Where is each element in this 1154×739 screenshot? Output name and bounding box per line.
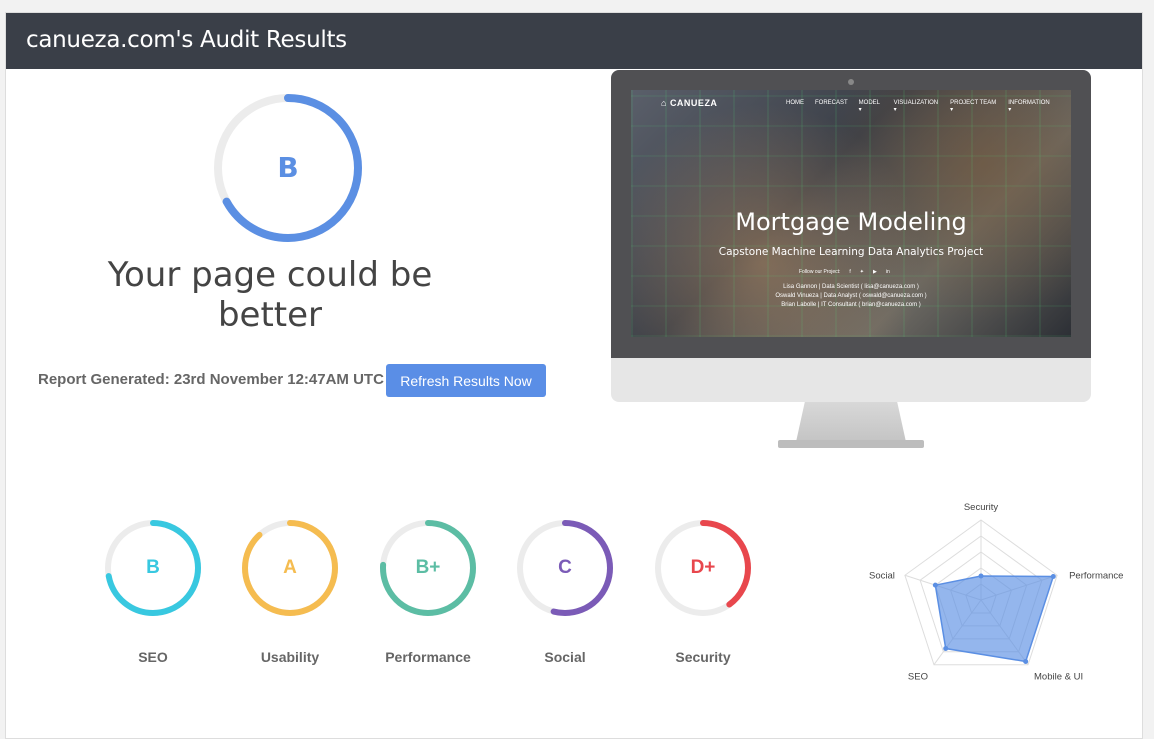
radar-data-area	[934, 575, 1055, 663]
radar-point	[1050, 574, 1056, 580]
category-grade: D+	[690, 557, 716, 578]
overall-score-ring: B	[210, 90, 366, 246]
radar-axis-label: Mobile & UI	[1034, 672, 1083, 683]
radar-axis-label: Performance	[1069, 570, 1123, 581]
twitter-icon: ✦	[859, 269, 864, 275]
facebook-icon: f	[849, 269, 851, 275]
radar-axis-label: Social	[869, 570, 895, 581]
panel-header: canueza.com's Audit Results	[6, 13, 1142, 69]
linkedin-icon: in	[885, 269, 890, 275]
preview-follow: Follow our Project: f ✦ ▶ in	[799, 269, 890, 275]
preview-credit-line: Oswald Vinueza | Data Analyst ( oswald@c…	[775, 293, 927, 299]
category-performance: B+ Performance	[378, 518, 478, 665]
category-name: Security	[675, 649, 731, 665]
refresh-results-button[interactable]: Refresh Results Now	[386, 364, 546, 397]
preview-credit-line: Lisa Gannon | Data Scientist ( lisa@canu…	[783, 284, 919, 290]
category-seo: B SEO	[103, 518, 203, 665]
monitor-bezel: ⌂ CANUEZA HOME FORECAST MODEL ▾ VISUALIZATI…	[611, 70, 1091, 358]
preview-nav-item: PROJECT TEAM ▾	[950, 100, 997, 113]
category-name: Usability	[260, 649, 320, 665]
radar-point	[943, 646, 949, 652]
radar-axis-label: Security	[964, 502, 999, 513]
radar-chart: Security Performance Mobile & UI SEO Social	[855, 500, 1135, 705]
overall-grade: B	[277, 151, 299, 184]
preview-subtitle: Capstone Machine Learning Data Analytics…	[718, 246, 984, 258]
radar-point	[932, 582, 938, 588]
category-grade: C	[558, 557, 572, 578]
preview-credits: Lisa Gannon | Data Scientist ( lisa@canu…	[631, 283, 1071, 310]
preview-nav-item: VISUALIZATION ▾	[893, 100, 939, 113]
website-preview-monitor: ⌂ CANUEZA HOME FORECAST MODEL ▾ VISUALIZATI…	[611, 70, 1091, 450]
youtube-icon: ▶	[873, 269, 877, 275]
preview-nav-item: HOME	[786, 100, 804, 106]
category-name: Social	[544, 649, 586, 665]
preview-title: Mortgage Modeling	[735, 208, 967, 236]
category-grade: B+	[415, 557, 441, 578]
category-grade: A	[283, 557, 297, 578]
preview-nav-item: INFORMATION ▾	[1008, 100, 1050, 113]
category-grade: B	[146, 557, 160, 578]
page-title: canueza.com's Audit Results	[26, 27, 347, 53]
preview-credit-line: Brian Labolle | IT Consultant ( brian@ca…	[781, 302, 921, 308]
preview-nav-item: MODEL ▾	[858, 100, 880, 113]
monitor-stand	[796, 402, 906, 442]
website-screenshot: ⌂ CANUEZA HOME FORECAST MODEL ▾ VISUALIZATI…	[631, 90, 1071, 337]
radar-axis-label: SEO	[908, 672, 928, 683]
camera-dot	[848, 79, 854, 85]
preview-brand: ⌂ CANUEZA	[661, 98, 718, 108]
overall-headline: Your page could be better	[107, 255, 433, 335]
category-usability: A Usability	[240, 518, 340, 665]
follow-label: Follow our Project:	[799, 269, 841, 275]
preview-navbar: ⌂ CANUEZA HOME FORECAST MODEL ▾ VISUALIZATI…	[661, 98, 1051, 113]
report-generated-label: Report Generated: 23rd November 12:47AM …	[38, 371, 384, 388]
preview-nav-item: FORECAST	[815, 100, 848, 106]
monitor-chin	[611, 358, 1091, 402]
category-security: D+ Security	[653, 518, 753, 665]
radar-point	[1023, 658, 1029, 664]
category-name: Performance	[385, 649, 471, 665]
category-name: SEO	[138, 649, 168, 665]
monitor-base	[778, 440, 924, 448]
category-social: C Social	[515, 518, 615, 665]
radar-point	[978, 573, 984, 579]
